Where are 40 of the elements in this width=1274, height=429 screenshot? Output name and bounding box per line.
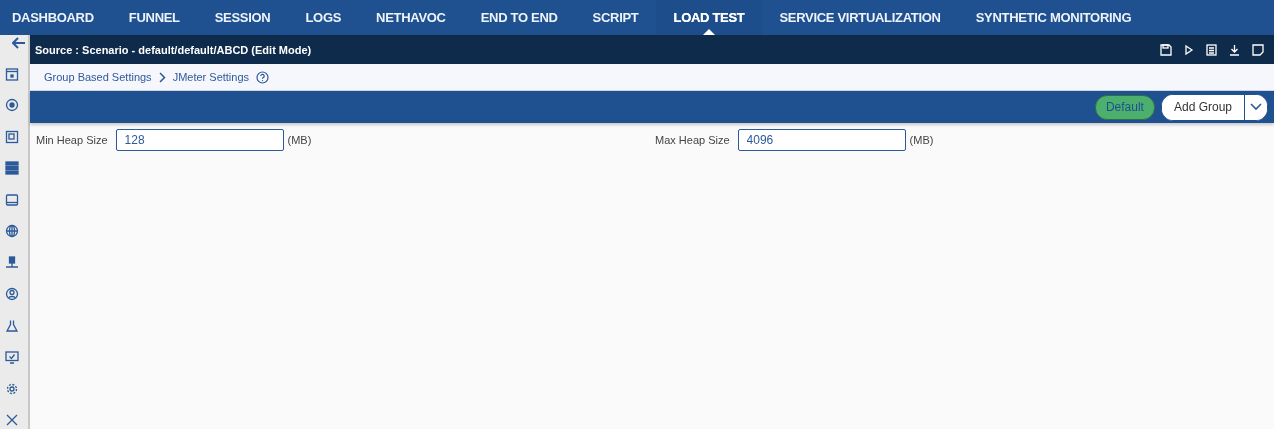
field-label: Min Heap Size	[36, 134, 108, 146]
nav-tab[interactable]: SESSION	[197, 0, 288, 35]
heap-size-field[interactable]: 128	[115, 129, 284, 151]
help-icon[interactable]	[256, 70, 270, 84]
nav-tab[interactable]: DASHBOARD	[1, 0, 112, 35]
network-icon[interactable]	[5, 255, 19, 270]
chevron-down-icon	[1250, 103, 1262, 111]
field-label: Max Heap Size	[655, 134, 730, 146]
note-icon[interactable]	[1252, 43, 1264, 56]
user-icon[interactable]	[5, 287, 19, 301]
flask-icon[interactable]	[5, 318, 19, 333]
download-icon[interactable]	[1229, 43, 1240, 56]
nav-tab[interactable]: SYNTHETIC MONITORING	[958, 0, 1149, 35]
unit-label: (MB)	[287, 134, 312, 146]
nav-tab[interactable]: END TO END	[463, 0, 576, 35]
globe-icon[interactable]	[5, 224, 19, 238]
heap-size-field[interactable]: 4096	[737, 129, 906, 151]
cycle-icon[interactable]	[5, 98, 19, 112]
window-icon[interactable]	[5, 129, 19, 144]
breadcrumb-link[interactable]: JMeter Settings	[172, 71, 250, 83]
unit-label: (MB)	[909, 134, 934, 146]
server-icon[interactable]	[5, 161, 19, 175]
calendar-icon[interactable]	[5, 66, 19, 81]
gear-icon[interactable]	[5, 381, 19, 396]
nav-tab[interactable]: NETHAVOC	[358, 0, 464, 35]
monitor-icon[interactable]	[5, 192, 19, 207]
add-group-button[interactable]: Add Group	[1161, 94, 1245, 120]
source-title: Source : Scenario - default/default/ABCD (Edit Mode)	[35, 43, 312, 56]
monitor-check-icon[interactable]	[5, 350, 19, 364]
nav-tab[interactable]: FUNNEL	[111, 0, 198, 35]
nav-tab[interactable]: SERVICE VIRTUALIZATION	[761, 0, 959, 35]
document-icon[interactable]	[1206, 43, 1217, 56]
chevron-right-icon	[158, 71, 166, 83]
nav-tab[interactable]: LOGS	[287, 0, 359, 35]
play-icon[interactable]	[1184, 43, 1194, 56]
breadcrumb-link[interactable]: Group Based Settings	[44, 71, 152, 83]
save-icon[interactable]	[1160, 43, 1172, 56]
nav-tab[interactable]: LOAD TEST	[656, 0, 762, 35]
nav-tab[interactable]: SCRIPT	[575, 0, 656, 35]
back-arrow-icon[interactable]	[12, 37, 26, 49]
